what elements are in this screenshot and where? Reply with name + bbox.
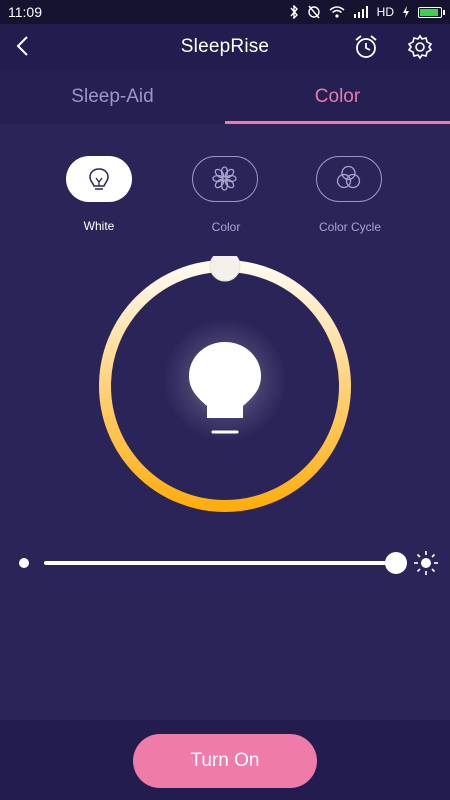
gear-icon[interactable] xyxy=(406,33,434,61)
signal-icon xyxy=(353,6,368,18)
status-time: 11:09 xyxy=(8,4,42,20)
app-bar: SleepRise xyxy=(0,24,450,70)
wifi-icon xyxy=(329,6,345,18)
mode-color-button[interactable]: Color xyxy=(192,156,258,234)
brightness-thumb[interactable] xyxy=(385,552,407,574)
brightness-track[interactable] xyxy=(44,561,398,565)
overlapping-circles-icon xyxy=(336,165,361,189)
color-temperature-dial[interactable] xyxy=(95,256,355,516)
mode-selector: White Color Color Cycle xyxy=(0,156,450,236)
battery-icon xyxy=(418,6,445,18)
sun-icon xyxy=(414,551,438,575)
mode-color-cycle-label: Color Cycle xyxy=(318,220,381,234)
back-button[interactable] xyxy=(12,34,36,58)
charging-icon xyxy=(403,6,409,18)
mode-white-label: White xyxy=(83,219,115,233)
status-icons: HD xyxy=(289,5,445,19)
dot-icon xyxy=(19,558,29,568)
turn-on-button[interactable]: Turn On xyxy=(133,734,317,788)
color-temperature-knob[interactable] xyxy=(209,256,241,282)
tab-sleep-aid[interactable]: Sleep-Aid xyxy=(0,70,225,124)
tab-bar: Sleep-Aid Color xyxy=(0,70,450,124)
brightness-slider[interactable] xyxy=(0,548,450,578)
mode-white-button[interactable]: White xyxy=(66,156,132,233)
tab-color[interactable]: Color xyxy=(225,70,450,124)
mode-color-cycle-button[interactable]: Color Cycle xyxy=(316,156,382,234)
mode-color-label: Color xyxy=(211,220,241,234)
status-bar: 11:09 HD xyxy=(0,0,450,24)
alarm-clock-icon[interactable] xyxy=(352,33,380,61)
lightbulb-icon xyxy=(89,168,109,190)
bluetooth-icon xyxy=(290,5,298,19)
network-label: HD xyxy=(376,5,394,19)
alarm-off-icon xyxy=(307,5,320,19)
flower-icon xyxy=(212,166,237,191)
page-title: SleepRise xyxy=(180,36,270,57)
